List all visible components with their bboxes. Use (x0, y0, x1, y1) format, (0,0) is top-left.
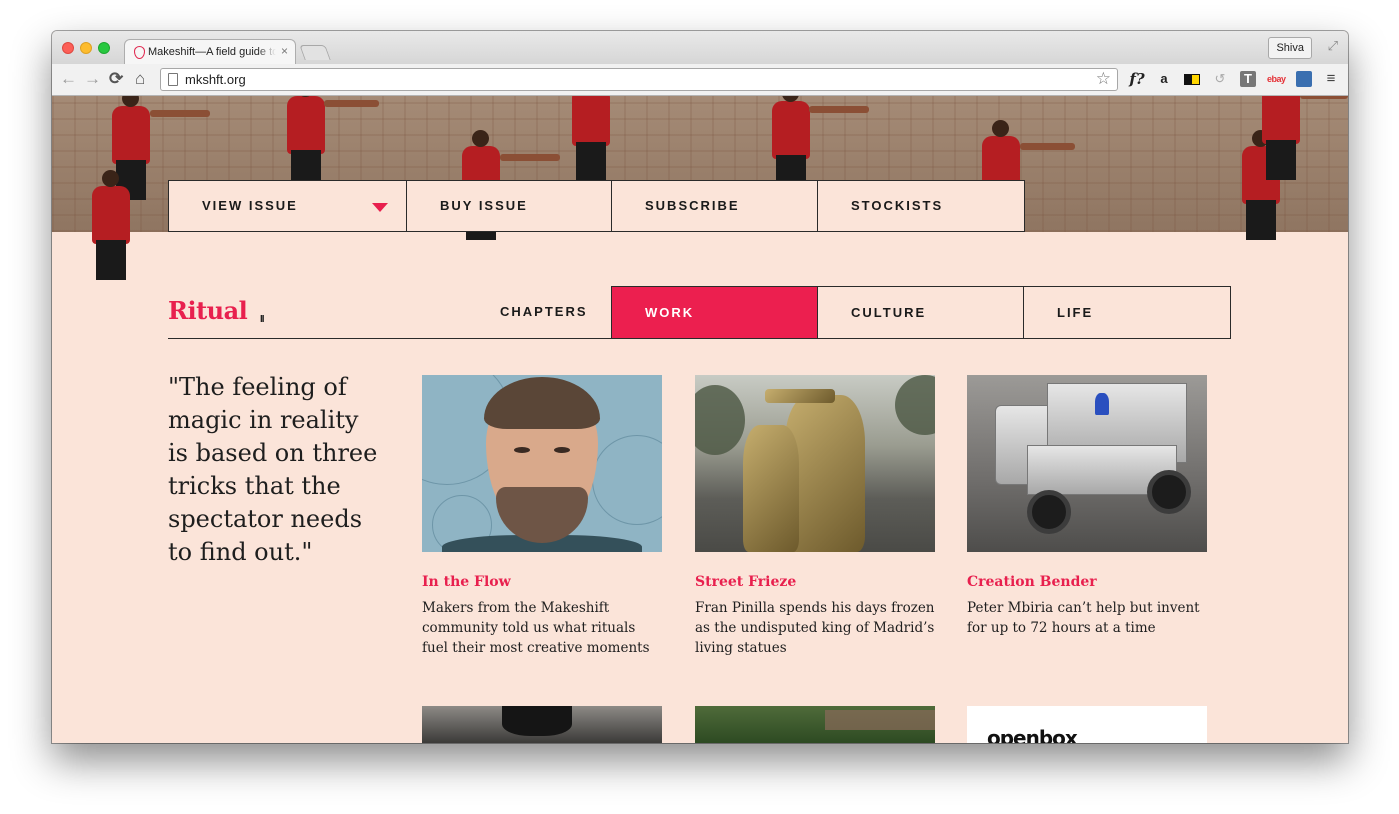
tab-work-label: WORK (645, 305, 695, 320)
hero-figure (112, 96, 150, 200)
undo-extension-icon[interactable]: ↺ (1212, 71, 1228, 87)
tab-culture[interactable]: CULTURE (818, 286, 1024, 339)
browser-tab[interactable]: Makeshift—A field guide to × (124, 39, 296, 65)
hero-figure (1262, 96, 1300, 180)
illustration-eye (554, 447, 570, 453)
ebay-extension-icon[interactable]: ebay (1267, 71, 1286, 87)
pull-quote: "The feeling of magic in reality is base… (168, 373, 378, 566)
tab-chapters-label: CHAPTERS (500, 304, 588, 319)
photo-figure (502, 706, 572, 736)
tab-culture-label: CULTURE (851, 305, 927, 320)
article-image-garden[interactable] (695, 706, 935, 743)
page-icon (168, 73, 178, 86)
article-card[interactable]: Creation Bender Peter Mbiria can’t help … (967, 375, 1207, 638)
forward-icon[interactable]: → (84, 69, 101, 89)
subscribe-label: SUBSCRIBE (645, 198, 740, 213)
dropdown-arrow-icon (372, 203, 388, 212)
issue-nav: VIEW ISSUE BUY ISSUE SUBSCRIBE STOCKISTS (168, 180, 1025, 232)
hero-figure-arm (500, 154, 560, 161)
openbox-logo: openbox (987, 726, 1078, 743)
illustration-shape (592, 435, 662, 525)
tab-title: Makeshift—A field guide to (148, 46, 276, 58)
makeshift-favicon-icon (134, 46, 145, 59)
article-image-portrait[interactable] (422, 375, 662, 552)
photo-figure (1095, 393, 1109, 415)
article-card[interactable]: Street Frieze Fran Pinilla spends his da… (695, 375, 935, 658)
article-title[interactable]: In the Flow (422, 574, 662, 590)
page-content: VIEW ISSUE BUY ISSUE SUBSCRIBE STOCKISTS… (52, 96, 1348, 743)
new-tab-button[interactable] (299, 45, 331, 60)
photo-statue (743, 425, 799, 552)
reload-icon[interactable]: ⟳ (109, 69, 123, 89)
photo-rifle (765, 389, 835, 403)
fullscreen-icon[interactable]: ⤢ (1328, 38, 1338, 54)
hero-figure (772, 96, 810, 195)
section-title: Ritual (168, 296, 248, 325)
illustration-eye (514, 447, 530, 453)
article-description: Peter Mbiria can’t help but invent for u… (967, 600, 1200, 636)
photo-tree (695, 385, 745, 455)
article-image-statues[interactable] (695, 375, 935, 552)
profile-button[interactable]: Shiva (1268, 37, 1312, 59)
tab-life-label: LIFE (1057, 305, 1094, 320)
color-extension-icon[interactable] (1184, 74, 1200, 85)
buy-issue-label: BUY ISSUE (440, 198, 528, 213)
article-description: Fran Pinilla spends his days frozen as t… (695, 600, 935, 656)
stockists-label: STOCKISTS (851, 198, 944, 213)
back-icon[interactable]: ← (60, 69, 77, 89)
tab-bar: Makeshift—A field guide to × Shiva ⤢ (52, 31, 1348, 65)
article-title[interactable]: Creation Bender (967, 574, 1207, 590)
url-text[interactable]: mkshft.org (185, 72, 246, 87)
bookmark-star-icon[interactable]: ☆ (1096, 69, 1111, 89)
tab-life[interactable]: LIFE (1024, 286, 1231, 339)
photo-wheel (1027, 490, 1071, 534)
zoom-window-button[interactable] (98, 42, 110, 54)
article-image-openbox[interactable]: openbox (967, 706, 1207, 743)
tab-close-icon[interactable]: × (281, 44, 288, 58)
tab-work[interactable]: WORK (611, 286, 818, 339)
article-image-vehicle[interactable] (967, 375, 1207, 552)
tab-chapters[interactable]: CHAPTERS (476, 286, 611, 339)
hero-figure-arm (1300, 96, 1348, 99)
browser-toolbar: ← → ⟳ ⌂ mkshft.org ☆ f? a ↺ T ebay ≡ (52, 64, 1348, 96)
save-extension-icon[interactable] (1296, 71, 1312, 87)
photo-wheel (1147, 470, 1191, 514)
pause-icon[interactable]: II (260, 314, 264, 325)
subscribe-button[interactable]: SUBSCRIBE (612, 180, 818, 232)
text-extension-icon[interactable]: T (1240, 71, 1256, 87)
hero-figure (287, 96, 325, 190)
hero-image: VIEW ISSUE BUY ISSUE SUBSCRIBE STOCKISTS (52, 96, 1348, 280)
buy-issue-button[interactable]: BUY ISSUE (407, 180, 612, 232)
whatfont-extension-icon[interactable]: f? (1129, 71, 1145, 87)
minimize-window-button[interactable] (80, 42, 92, 54)
hero-figure-arm (1020, 143, 1075, 150)
view-issue-label: VIEW ISSUE (202, 198, 298, 213)
photo-shrub (825, 710, 935, 730)
view-issue-button[interactable]: VIEW ISSUE (168, 180, 407, 232)
chrome-menu-icon[interactable]: ≡ (1323, 71, 1339, 87)
hero-figure (92, 170, 130, 280)
photo-tree (895, 375, 935, 435)
article-description: Makers from the Makeshift community told… (422, 600, 650, 656)
home-icon[interactable]: ⌂ (135, 69, 145, 89)
article-image-runner[interactable] (422, 706, 662, 743)
amazon-extension-icon[interactable]: a (1156, 71, 1172, 87)
hero-figure-arm (809, 106, 869, 113)
hero-figure-arm (324, 100, 379, 107)
close-window-button[interactable] (62, 42, 74, 54)
stockists-button[interactable]: STOCKISTS (818, 180, 1025, 232)
hero-figure-arm (150, 110, 210, 117)
category-nav: CHAPTERS WORK CULTURE LIFE (476, 286, 1231, 339)
hero-figure (572, 96, 610, 182)
browser-window: Makeshift—A field guide to × Shiva ⤢ ← →… (52, 31, 1348, 743)
article-card[interactable]: In the Flow Makers from the Makeshift co… (422, 375, 662, 658)
address-bar[interactable]: mkshft.org ☆ (160, 68, 1118, 91)
article-title[interactable]: Street Frieze (695, 574, 935, 590)
